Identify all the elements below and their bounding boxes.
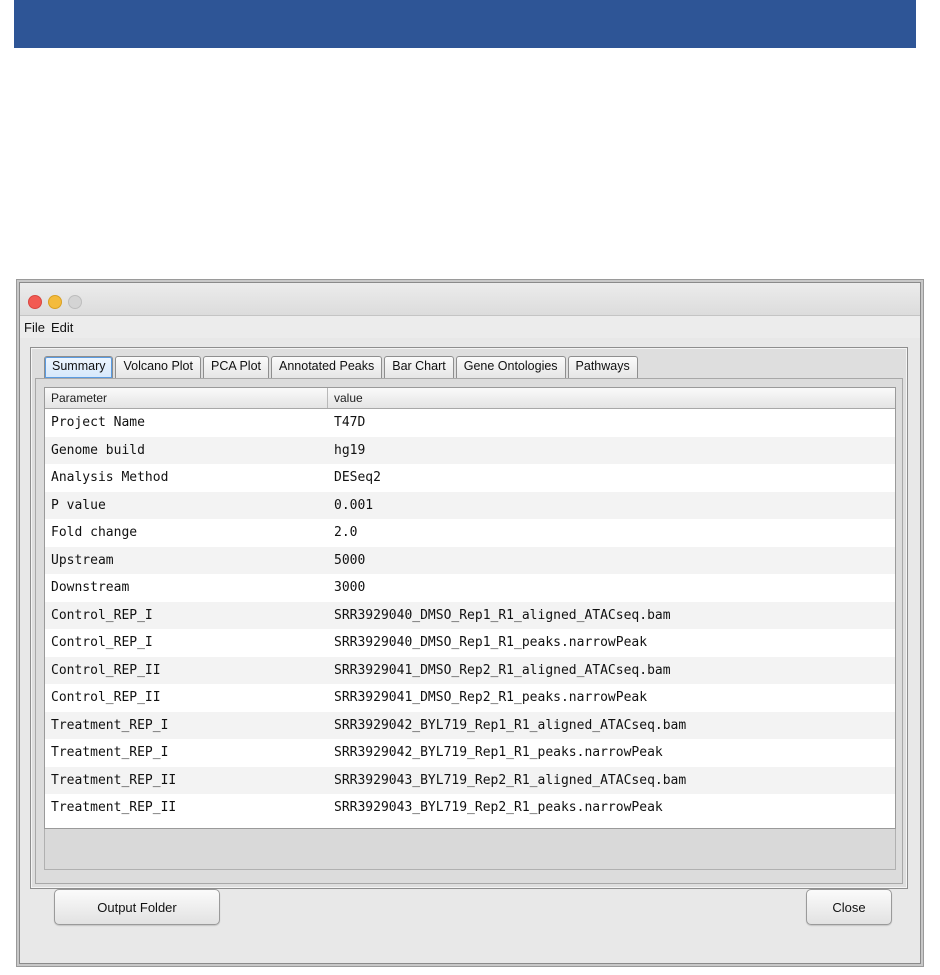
table-empty-area	[44, 829, 896, 870]
column-header-parameter[interactable]: Parameter	[45, 388, 328, 408]
tab-gene-ontologies[interactable]: Gene Ontologies	[455, 356, 566, 378]
table-row[interactable]: Upstream 5000	[45, 546, 895, 574]
value-cell: T47D	[334, 415, 366, 430]
menu-file[interactable]: File	[22, 320, 47, 335]
parameter-cell: Treatment_REP_II	[51, 800, 177, 815]
parameter-cell: Downstream	[51, 580, 130, 595]
value-cell: SRR3929040_DMSO_Rep1_R1_aligned_ATACseq.…	[334, 607, 671, 623]
table-row[interactable]: Downstream 3000	[45, 574, 895, 602]
menu-edit[interactable]: Edit	[49, 320, 75, 335]
table-row[interactable]: Treatment_REP_I SRR3929042_BYL719_Rep1_R1…	[45, 739, 895, 767]
value-cell: 0.001	[334, 497, 374, 513]
value-cell: SRR3929042_BYL719_Rep1_R1_aligned_ATACse…	[334, 717, 687, 733]
parameter-cell: Control_REP_I	[51, 635, 153, 650]
value-cell: SRR3929043_BYL719_Rep2_R1_peaks.narrowPe…	[334, 800, 663, 815]
parameter-cell: Control_REP_II	[51, 662, 161, 678]
zoom-window-icon[interactable]	[68, 295, 82, 309]
table-row[interactable]: Genome build hg19	[45, 436, 895, 464]
tab-pathways[interactable]: Pathways	[567, 356, 638, 378]
table-row[interactable]: Analysis Method DESeq2	[45, 464, 895, 492]
table-row[interactable]: Control_REP_I SRR3929040_DMSO_Rep1_R1_ali…	[45, 601, 895, 629]
tab-volcano-plot[interactable]: Volcano Plot	[115, 356, 201, 378]
table-body: Project Name T47D Genome build hg19 Analys…	[45, 409, 895, 822]
summary-tab-content: Parameter value Project Name T47D Genome …	[35, 378, 903, 884]
parameter-cell: Treatment_REP_II	[51, 772, 177, 788]
summary-table: Parameter value Project Name T47D Genome …	[44, 387, 896, 829]
parameter-cell: P value	[51, 497, 106, 513]
table-row[interactable]: P value 0.001	[45, 491, 895, 519]
column-header-value[interactable]: value	[328, 388, 895, 408]
parameter-cell: Upstream	[51, 552, 114, 568]
close-window-icon[interactable]	[28, 295, 42, 309]
value-cell: DESeq2	[334, 470, 381, 485]
parameter-cell: Project Name	[51, 415, 145, 430]
value-cell: SRR3929041_DMSO_Rep2_R1_aligned_ATACseq.…	[334, 662, 671, 678]
parameter-cell: Control_REP_I	[51, 607, 153, 623]
value-cell: SRR3929041_DMSO_Rep2_R1_peaks.narrowPeak	[334, 690, 648, 705]
value-cell: SRR3929040_DMSO_Rep1_R1_peaks.narrowPeak	[334, 635, 648, 650]
parameter-cell: Treatment_REP_I	[51, 745, 169, 760]
tab-bar-chart[interactable]: Bar Chart	[384, 356, 454, 378]
table-row[interactable]: Treatment_REP_II SRR3929043_BYL719_Rep2_R…	[45, 766, 895, 794]
output-folder-button[interactable]: Output Folder	[54, 889, 220, 925]
tab-summary[interactable]: Summary	[44, 356, 114, 378]
parameter-cell: Genome build	[51, 442, 145, 458]
main-panel: Summary Volcano Plot PCA Plot Annotated …	[30, 347, 908, 889]
parameter-cell: Control_REP_II	[51, 690, 161, 705]
value-cell: 2.0	[334, 525, 358, 540]
minimize-window-icon[interactable]	[48, 295, 62, 309]
table-row[interactable]: Control_REP_II SRR3929041_DMSO_Rep2_R1_al…	[45, 656, 895, 684]
value-cell: 5000	[334, 552, 366, 568]
table-row[interactable]: Treatment_REP_I SRR3929042_BYL719_Rep1_R1…	[45, 711, 895, 739]
parameter-cell: Analysis Method	[51, 470, 169, 485]
value-cell: 3000	[334, 580, 366, 595]
table-row[interactable]: Control_REP_I SRR3929040_DMSO_Rep1_R1_pea…	[45, 629, 895, 657]
table-row[interactable]: Fold change 2.0	[45, 519, 895, 547]
value-cell: hg19	[334, 442, 366, 458]
tab-pca-plot[interactable]: PCA Plot	[202, 356, 270, 378]
table-row[interactable]: Project Name T47D	[45, 409, 895, 437]
table-row[interactable]: Treatment_REP_II SRR3929043_BYL719_Rep2_R…	[45, 794, 895, 822]
value-cell: SRR3929042_BYL719_Rep1_R1_peaks.narrowPe…	[334, 745, 663, 760]
summary-window: File Edit Summary Volcano Plot PCA Plot …	[20, 283, 920, 963]
table-row[interactable]: Control_REP_II SRR3929041_DMSO_Rep2_R1_pe…	[45, 684, 895, 712]
header-banner	[14, 0, 916, 48]
title-bar	[20, 283, 920, 316]
value-cell: SRR3929043_BYL719_Rep2_R1_aligned_ATACse…	[334, 772, 687, 788]
table-header: Parameter value	[45, 388, 895, 409]
tab-bar: Summary Volcano Plot PCA Plot Annotated …	[44, 356, 640, 378]
tab-annotated-peaks[interactable]: Annotated Peaks	[271, 356, 383, 378]
close-button[interactable]: Close	[806, 889, 892, 925]
parameter-cell: Treatment_REP_I	[51, 717, 169, 733]
parameter-cell: Fold change	[51, 525, 138, 540]
menu-bar: File Edit	[20, 316, 920, 338]
